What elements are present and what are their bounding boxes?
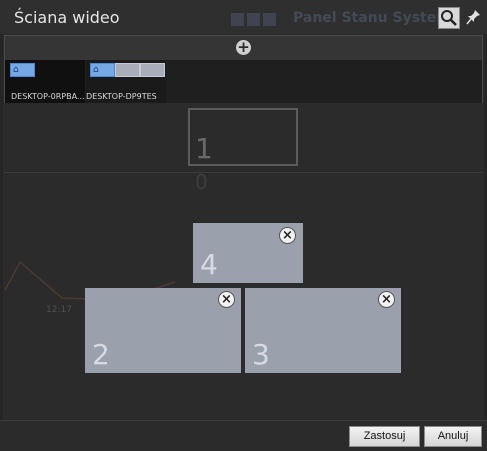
panel-number: 3: [252, 338, 270, 371]
add-row: +: [5, 36, 482, 60]
pin-icon: [466, 10, 480, 25]
title-bar: Ściana wideo Panel Stanu System: [0, 0, 487, 34]
panel-number: 2: [92, 338, 110, 371]
pin-button[interactable]: [466, 8, 482, 28]
monitor-screen[interactable]: [115, 63, 140, 77]
background-zero: 0: [195, 170, 208, 194]
window-frame-left: [0, 0, 3, 450]
screen-outline-number: 1: [195, 132, 213, 165]
monitor-name: DESKTOP-DP9TES: [86, 92, 157, 101]
monitor-strip: + ⌂ DESKTOP-0RPBA... ⌂ DESKTOP-DP9TES: [4, 35, 483, 103]
cancel-button[interactable]: Anuluj: [424, 426, 482, 447]
monitor-screen[interactable]: ⌂: [10, 63, 35, 77]
background-view-icons: [231, 11, 279, 27]
close-icon[interactable]: ×: [279, 227, 296, 244]
dialog-footer: Zastosuj Anuluj: [0, 420, 487, 451]
monitor-name: DESKTOP-0RPBA...: [11, 92, 85, 101]
apply-button[interactable]: Zastosuj: [349, 426, 420, 447]
monitor-screen[interactable]: [140, 63, 165, 77]
video-panel-2[interactable]: × 2: [85, 288, 241, 373]
plus-circle-icon[interactable]: +: [236, 40, 251, 55]
window-title: Ściana wideo: [14, 8, 120, 27]
monitor-list: ⌂ DESKTOP-0RPBA... ⌂ DESKTOP-DP9TES: [5, 60, 482, 103]
search-icon: [441, 10, 457, 26]
monitor-desktop-0rpba[interactable]: ⌂ DESKTOP-0RPBA...: [5, 60, 85, 103]
close-icon[interactable]: ×: [218, 291, 235, 308]
search-button[interactable]: [438, 7, 460, 29]
screen-outline-1[interactable]: 1: [188, 108, 298, 166]
background-time: 12:17: [46, 305, 72, 315]
divider: [4, 172, 483, 173]
monitor-desktop-dp9tes[interactable]: ⌂ DESKTOP-DP9TES: [86, 60, 166, 103]
home-icon: ⌂: [13, 65, 19, 75]
panel-number: 4: [200, 248, 218, 281]
monitor-screen[interactable]: ⌂: [90, 63, 115, 77]
close-icon[interactable]: ×: [378, 291, 395, 308]
background-panel-title: Panel Stanu System: [293, 10, 451, 26]
home-icon: ⌂: [93, 65, 99, 75]
video-panel-3[interactable]: × 3: [245, 288, 401, 373]
video-panel-4[interactable]: × 4: [193, 223, 303, 283]
